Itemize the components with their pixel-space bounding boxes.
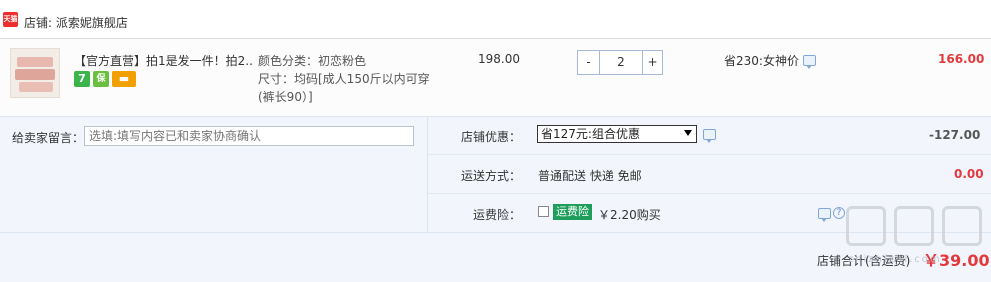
shipping-insurance-label: 运费险： (472, 208, 521, 222)
towel-stack-image (17, 57, 53, 67)
quantity-decrease-button[interactable]: - (578, 51, 600, 74)
product-title-link[interactable]: 【官方直营】拍1是发一件！拍2... (74, 52, 254, 69)
quantity-input[interactable]: 2 (600, 51, 642, 74)
watermark-glyph (942, 206, 982, 246)
watermark-glyph (894, 206, 934, 246)
watermark-glyph (846, 206, 886, 246)
sku-color: 颜色分类：初恋粉色 (258, 54, 367, 68)
memo-label: 给卖家留言： (12, 131, 85, 145)
seven-day-return-icon[interactable]: 7 (74, 71, 90, 87)
seller-memo-input[interactable] (84, 126, 414, 146)
shipping-method-value: 普通配送 快递 免邮 (538, 169, 642, 183)
product-thumbnail[interactable] (10, 48, 60, 98)
shipping-insurance-checkbox[interactable] (538, 206, 549, 217)
card-payment-icon[interactable]: ▬ (112, 71, 136, 87)
shipping-insurance-price: ￥2.20购买 (598, 208, 661, 222)
dropdown-arrow-icon (684, 130, 692, 136)
savings-label: 省230:女神价 (724, 54, 799, 68)
quantity-increase-button[interactable]: + (642, 51, 662, 74)
promotion-selected-value: 省127元:组合优惠 (541, 127, 640, 141)
divider (428, 154, 991, 155)
divider (427, 116, 428, 232)
divider (428, 193, 991, 194)
insurance-icon[interactable]: 保 (93, 71, 109, 87)
cart-item-row (0, 38, 991, 116)
chat-icon[interactable] (803, 55, 816, 69)
unit-price: 198.00 (478, 52, 520, 66)
shipping-fee: 0.00 (954, 167, 984, 181)
towel-stack-image (19, 82, 53, 92)
chat-icon[interactable] (703, 129, 716, 143)
watermark-logo: zhizhizhi.com (840, 200, 990, 272)
promotion-select[interactable]: 省127元:组合优惠 (537, 125, 697, 143)
tmall-icon: 天猫 (3, 12, 18, 27)
sku-size: 尺寸：均码[成人150斤以内可穿 (258, 72, 430, 86)
shipping-method-label: 运送方式： (460, 169, 521, 183)
sku-size-continued: (裤长90）] (258, 90, 313, 104)
shop-name[interactable]: 店铺: 派索妮旗舰店 (24, 14, 128, 31)
quantity-stepper: - 2 + (577, 50, 663, 75)
item-subtotal: 166.00 (938, 52, 985, 66)
chat-icon[interactable] (818, 208, 831, 222)
towel-stack-image (15, 69, 55, 80)
shipping-insurance-badge: 运费险 (553, 204, 592, 220)
shop-promotion-label: 店铺优惠： (460, 130, 521, 144)
promotion-amount: -127.00 (929, 128, 981, 142)
watermark-text: zhizhizhi.com (848, 254, 942, 265)
